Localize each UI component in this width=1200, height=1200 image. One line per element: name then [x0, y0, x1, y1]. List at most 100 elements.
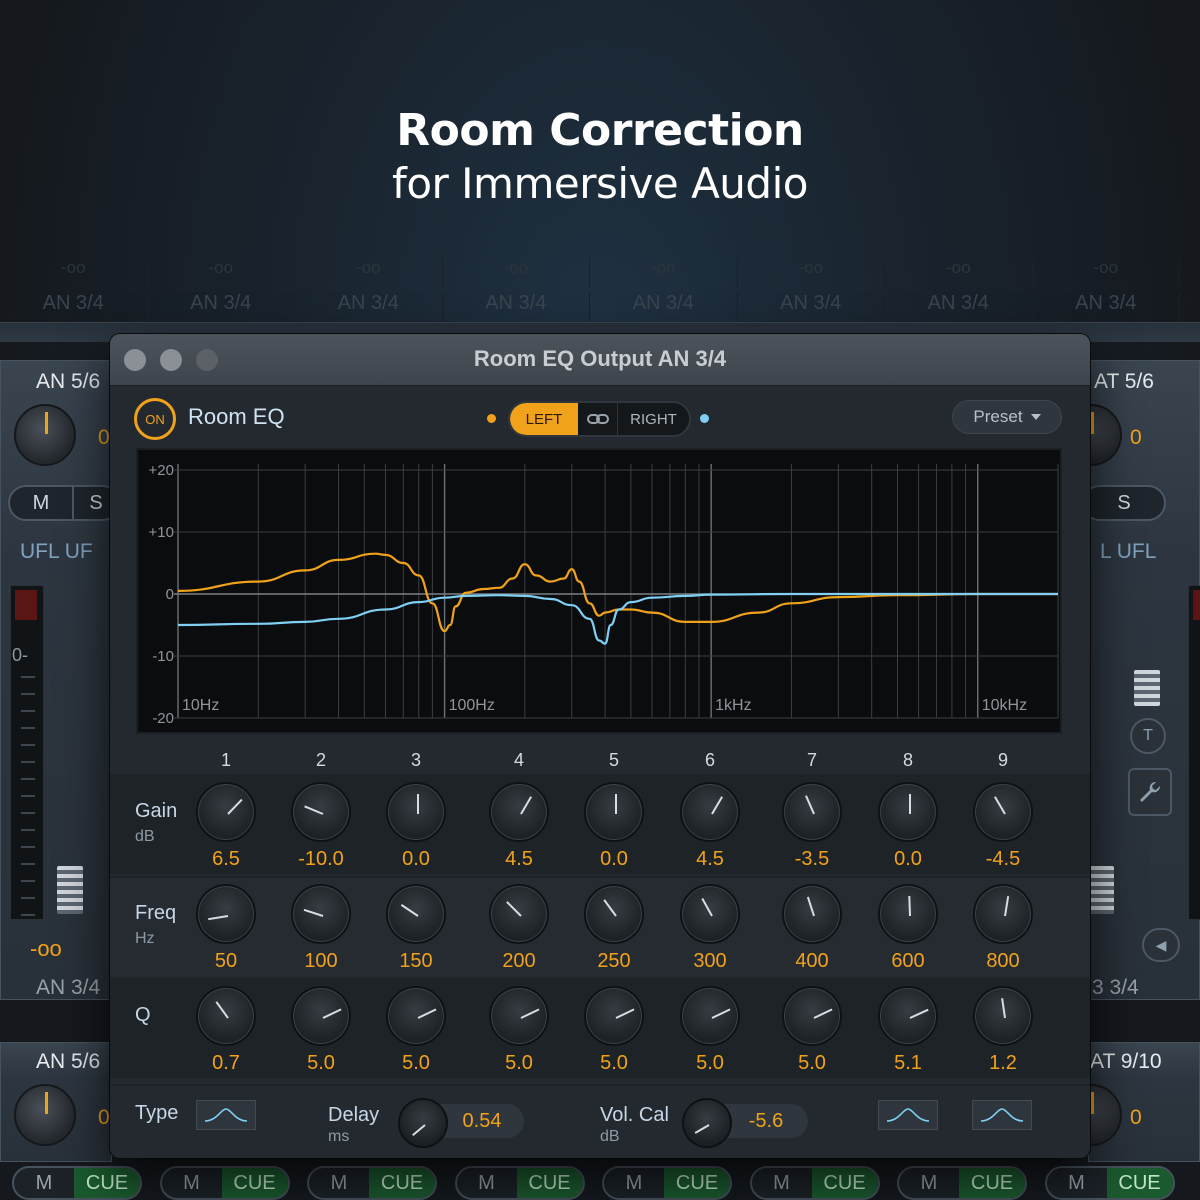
gain-knob[interactable] — [782, 782, 842, 842]
y-tick-label: +20 — [149, 462, 174, 479]
q-band-9: 1.2 — [971, 986, 1035, 1076]
delay-knob[interactable] — [398, 1098, 448, 1148]
mute-button[interactable]: M — [604, 1168, 664, 1198]
cue-button[interactable]: CUE — [664, 1168, 730, 1198]
cue-button[interactable]: CUE — [221, 1168, 288, 1198]
band-number: 7 — [806, 750, 817, 770]
band9-type-button[interactable] — [972, 1100, 1032, 1130]
right-strip-t-button[interactable]: T — [1130, 718, 1166, 754]
mute-button[interactable]: M — [309, 1168, 369, 1198]
gain-knob[interactable] — [291, 782, 351, 842]
cue-button[interactable]: CUE — [959, 1168, 1025, 1198]
freq-knob[interactable] — [386, 884, 446, 944]
left-lower-strip-value: 0 — [98, 1106, 110, 1129]
q-band-1: 0.7 — [194, 986, 258, 1076]
cue-button[interactable]: CUE — [516, 1168, 583, 1198]
preset-dropdown[interactable]: Preset — [952, 400, 1062, 434]
mute-button[interactable]: M — [457, 1168, 517, 1198]
knob-indicator — [615, 1008, 635, 1019]
power-on-button[interactable]: ON — [134, 398, 176, 440]
gain-knob[interactable] — [680, 782, 740, 842]
gain-knob[interactable] — [196, 782, 256, 842]
right-strip-fader[interactable] — [1088, 866, 1114, 914]
mute-button[interactable]: M — [752, 1168, 812, 1198]
knob-indicator — [417, 1008, 437, 1019]
right-strip-name: AT 5/6 — [1094, 370, 1154, 393]
q-knob[interactable] — [782, 986, 842, 1046]
q-knob[interactable] — [196, 986, 256, 1046]
gain-band-5: 0.0 — [582, 782, 646, 872]
mute-button[interactable]: M — [162, 1168, 222, 1198]
q-value: 5.0 — [505, 1052, 533, 1074]
gain-value: 4.5 — [505, 848, 533, 870]
volcal-knob[interactable] — [682, 1098, 732, 1148]
bottom-mute-cue-row: M CUE M CUE M CUE M CUE M CUE M CUE M CUE M CUE — [0, 1160, 1200, 1200]
gain-knob[interactable] — [878, 782, 938, 842]
knob-indicator — [208, 915, 229, 921]
right-strip-solo-button[interactable]: S — [1084, 487, 1164, 519]
freq-band-2: 100 — [289, 884, 353, 974]
cue-button[interactable]: CUE — [1106, 1168, 1173, 1198]
cue-button[interactable]: CUE — [811, 1168, 878, 1198]
q-knob[interactable] — [973, 986, 1033, 1046]
left-channel-button[interactable]: LEFT — [510, 403, 578, 435]
bell-filter-icon — [980, 1108, 1024, 1122]
y-tick-label: 0 — [166, 586, 174, 603]
right-channel-button[interactable]: RIGHT — [618, 403, 689, 435]
freq-label: Freq — [135, 902, 177, 924]
left-strip-gain-knob[interactable] — [14, 404, 76, 466]
gain-value: 0.0 — [402, 848, 430, 870]
q-band-4: 5.0 — [487, 986, 551, 1076]
freq-knob[interactable] — [196, 884, 256, 944]
freq-knob[interactable] — [878, 884, 938, 944]
band8-type-button[interactable] — [878, 1100, 938, 1130]
mute-button[interactable]: M — [899, 1168, 959, 1198]
q-knob[interactable] — [878, 986, 938, 1046]
knob-indicator — [711, 1008, 731, 1019]
link-icon[interactable] — [578, 403, 618, 435]
mute-cue-pill: M CUE — [454, 1166, 585, 1200]
gain-knob[interactable] — [489, 782, 549, 842]
gain-knob[interactable] — [584, 782, 644, 842]
gain-knob[interactable] — [386, 782, 446, 842]
q-knob[interactable] — [584, 986, 644, 1046]
y-tick-label: -20 — [152, 710, 174, 727]
freq-knob[interactable] — [680, 884, 740, 944]
q-knob[interactable] — [680, 986, 740, 1046]
window-titlebar[interactable]: Room EQ Output AN 3/4 — [110, 334, 1090, 386]
cue-button[interactable]: CUE — [74, 1168, 140, 1198]
q-value: 5.0 — [798, 1052, 826, 1074]
freq-knob[interactable] — [489, 884, 549, 944]
ghost-level: -oo — [443, 258, 590, 288]
freq-knob[interactable] — [291, 884, 351, 944]
eq-response-graph[interactable]: +20 +10 0 -10 -20 10Hz 100Hz 1kHz 10kHz — [136, 448, 1062, 734]
q-band-7: 5.0 — [780, 986, 844, 1076]
q-band-6: 5.0 — [678, 986, 742, 1076]
mute-button[interactable]: M — [14, 1168, 74, 1198]
wrench-icon[interactable] — [1128, 768, 1172, 816]
q-knob[interactable] — [489, 986, 549, 1046]
delay-value[interactable]: 0.54 — [440, 1104, 524, 1138]
freq-unit: Hz — [135, 930, 155, 947]
left-strip-fader[interactable] — [57, 866, 83, 914]
freq-knob[interactable] — [782, 884, 842, 944]
freq-value: 400 — [795, 950, 829, 972]
left-strip-mute-button[interactable]: M — [10, 487, 74, 519]
q-knob[interactable] — [386, 986, 446, 1046]
left-strip-gain-value: 0 — [98, 426, 110, 449]
right-strip-trim-fader[interactable] — [1134, 670, 1160, 706]
right-strip-meter — [1188, 585, 1200, 920]
mute-button[interactable]: M — [1047, 1168, 1107, 1198]
freq-value: 200 — [502, 950, 536, 972]
left-lower-strip-knob[interactable] — [14, 1084, 76, 1146]
q-knob[interactable] — [291, 986, 351, 1046]
band1-type-button[interactable] — [196, 1100, 256, 1130]
freq-knob[interactable] — [973, 884, 1033, 944]
freq-knob[interactable] — [584, 884, 644, 944]
cue-button[interactable]: CUE — [369, 1168, 435, 1198]
volcal-value[interactable]: -5.6 — [724, 1104, 808, 1138]
gain-knob[interactable] — [973, 782, 1033, 842]
band-number: 8 — [902, 750, 913, 770]
type-label: Type — [135, 1102, 179, 1124]
right-strip-prev-icon[interactable]: ◀ — [1142, 928, 1180, 962]
